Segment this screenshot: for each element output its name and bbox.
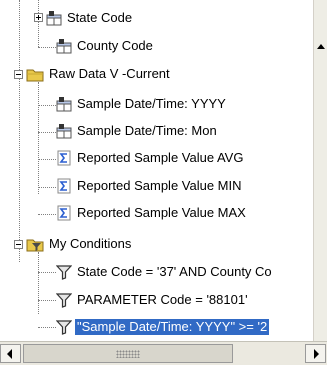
tree-item-label: Sample Date/Time: YYYY: [77, 96, 226, 111]
tree-connector: [38, 105, 56, 106]
sigma-measure-icon: [56, 150, 72, 166]
grip-icon: [116, 350, 140, 358]
arrow-right-icon: [314, 349, 319, 359]
vertical-scrollbar[interactable]: [313, 0, 327, 341]
tree-connector: [38, 47, 56, 48]
expand-toggle[interactable]: [34, 13, 43, 22]
scroll-left-button[interactable]: [0, 344, 21, 363]
tree-connector: [38, 272, 56, 273]
scroll-up-arrow-icon[interactable]: [317, 44, 325, 49]
filter-folder-icon: [26, 236, 44, 252]
table-column-icon: [56, 96, 72, 112]
scroll-right-button[interactable]: [305, 344, 326, 363]
table-column-icon: [56, 38, 72, 54]
tree-connector: [38, 214, 56, 215]
tree-connector: [19, 0, 20, 262]
table-column-icon: [46, 10, 62, 26]
tree-item-label: Reported Sample Value AVG: [77, 150, 244, 165]
tree-connector: [38, 252, 39, 314]
tree-connector: [38, 0, 39, 47]
tree-connector: [38, 187, 56, 188]
tree-item-label: "Sample Date/Time: YYYY" >= '2: [75, 319, 270, 335]
tree-connector: [38, 132, 56, 133]
filter-icon: [55, 319, 73, 335]
horizontal-scrollbar[interactable]: [0, 341, 327, 365]
horizontal-scroll-thumb[interactable]: [23, 344, 233, 363]
sigma-measure-icon: [56, 178, 72, 194]
tree-item-label: Reported Sample Value MIN: [77, 178, 242, 193]
table-column-icon: [56, 123, 72, 139]
tree-connector: [38, 327, 56, 328]
folder-icon: [26, 66, 44, 82]
tree-item-label: State Code: [67, 10, 133, 25]
filter-icon: [55, 264, 73, 280]
collapse-toggle[interactable]: [14, 240, 23, 249]
collapse-toggle[interactable]: [14, 70, 23, 79]
tree-item-label: PARAMETER Code = '88101': [77, 292, 248, 307]
tree-connector: [38, 159, 56, 160]
arrow-left-icon: [7, 349, 12, 359]
tree-connector: [38, 300, 56, 301]
tree-item-label: Sample Date/Time: Mon: [77, 123, 217, 138]
tree-item-label: Raw Data V -Current: [49, 66, 170, 81]
tree-item-label: County Code: [77, 38, 153, 53]
tree-connector: [38, 82, 39, 194]
filter-icon: [55, 292, 73, 308]
tree-view[interactable]: State Code County Code Raw Data V -Curre…: [0, 0, 313, 341]
tree-item-label: State Code = '37' AND County Co: [77, 264, 272, 279]
sigma-measure-icon: [56, 205, 72, 221]
tree-item-label: My Conditions: [49, 236, 132, 251]
tree-item-label: Reported Sample Value MAX: [77, 205, 246, 220]
